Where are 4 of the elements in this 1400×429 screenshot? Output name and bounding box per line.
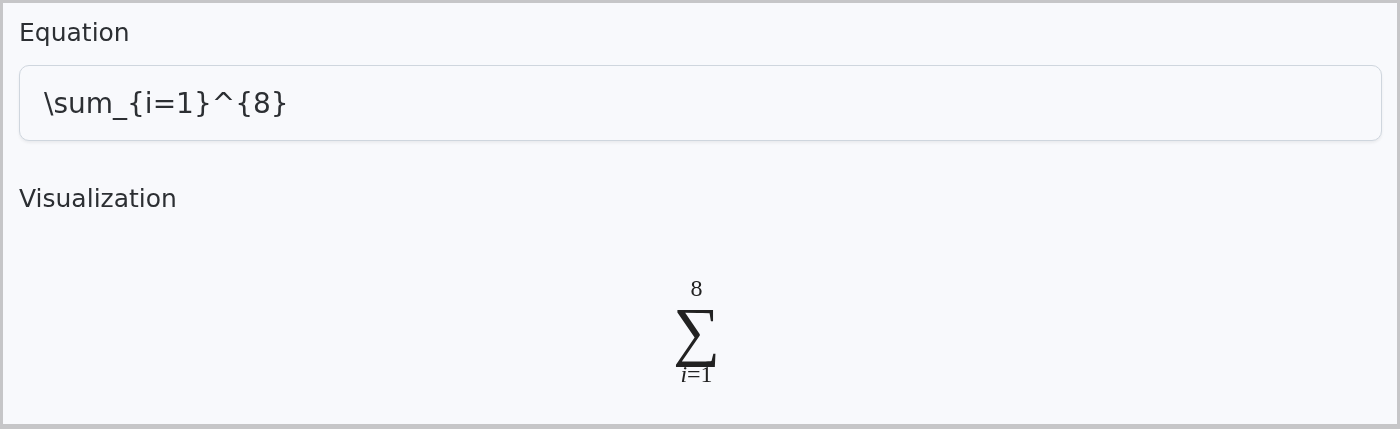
field-label: Equation: [19, 17, 131, 49]
upper-limit: 8: [690, 275, 703, 301]
section-label: Visualization: [19, 183, 178, 215]
equation-field[interactable]: \sum_{i=1}^{8}: [19, 65, 1382, 141]
